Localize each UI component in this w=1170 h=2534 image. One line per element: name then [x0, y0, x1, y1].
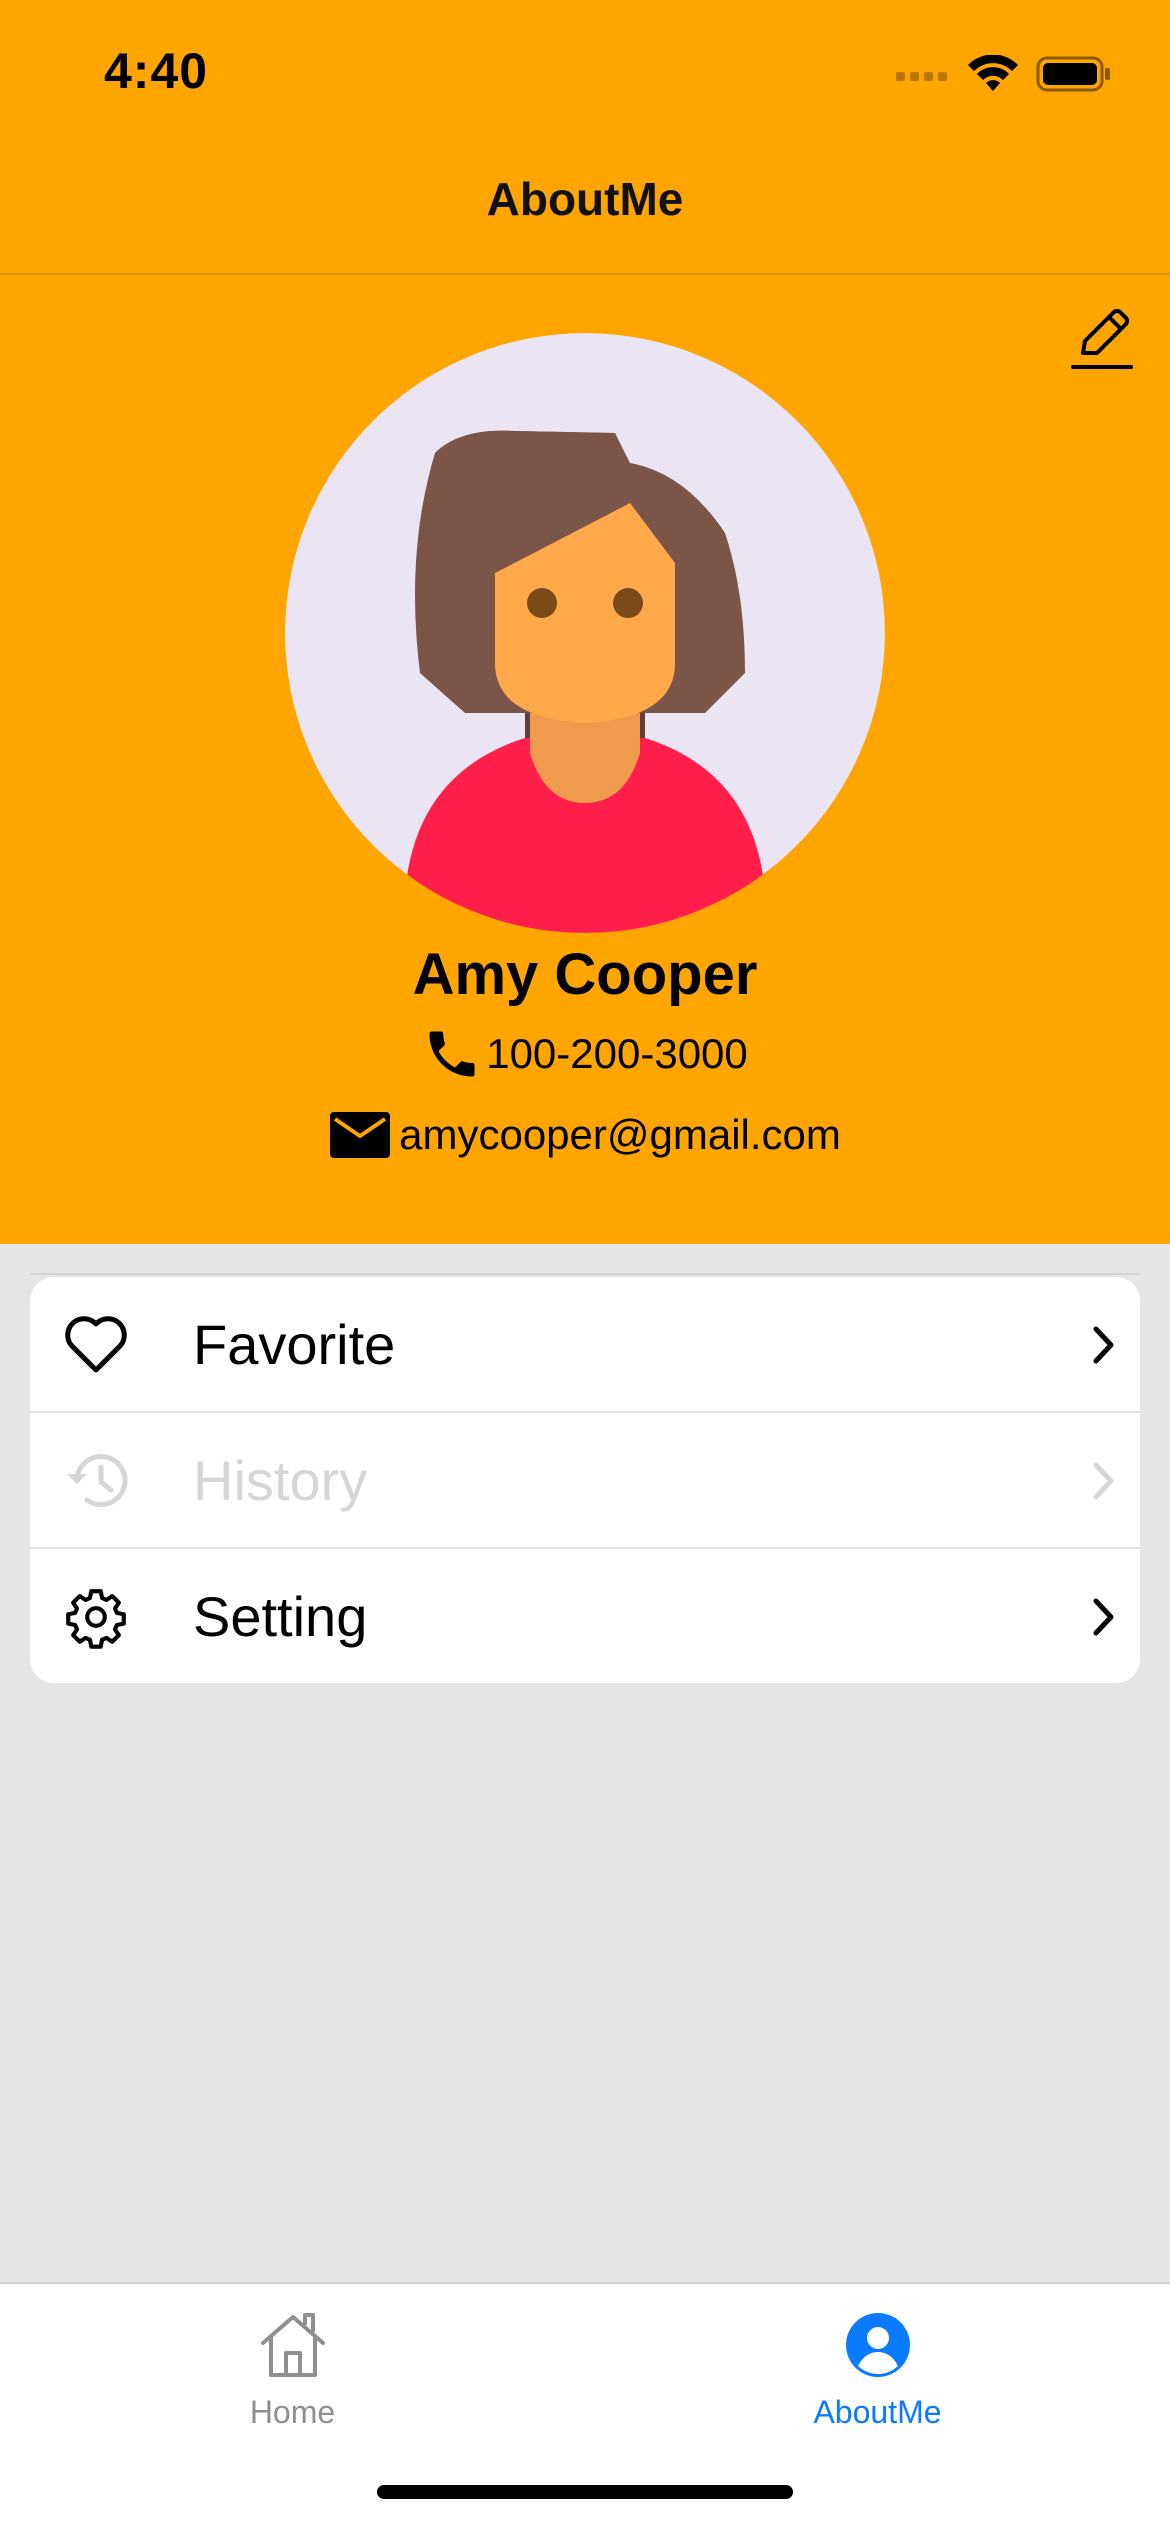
avatar-illustration — [285, 333, 885, 933]
menu-item-label: Favorite — [193, 1313, 396, 1376]
page-title: AboutMe — [486, 173, 684, 225]
battery-icon — [1036, 56, 1110, 92]
chevron-right-icon — [1084, 1459, 1124, 1503]
cellular-signal-icon — [896, 72, 947, 81]
profile-email-row: amycooper@gmail.com — [0, 1110, 1170, 1160]
tab-label: AboutMe — [813, 2394, 942, 2430]
status-time: 4:40 — [104, 43, 209, 99]
mail-icon — [330, 1112, 391, 1158]
avatar — [285, 333, 885, 933]
home-icon — [0, 2308, 585, 2382]
pencil-icon — [1071, 309, 1133, 369]
nav-divider — [0, 273, 1170, 275]
status-icons — [896, 50, 1112, 98]
profile-name: Amy Cooper — [412, 942, 758, 1007]
menu-list: Favorite History Setting — [30, 1277, 1140, 1683]
phone-icon — [429, 1031, 475, 1077]
wifi-icon — [968, 55, 1018, 91]
edit-profile-button[interactable] — [1066, 300, 1138, 376]
tab-label: Home — [249, 2394, 336, 2430]
menu-item-label: History — [193, 1449, 368, 1512]
menu-item-setting[interactable]: Setting — [30, 1549, 1140, 1683]
tab-home[interactable]: Home — [0, 2284, 585, 2454]
home-indicator — [377, 2485, 793, 2499]
history-icon — [62, 1447, 130, 1515]
menu-item-favorite[interactable]: Favorite — [30, 1277, 1140, 1412]
phone-number[interactable]: 100-200-3000 — [486, 1030, 748, 1078]
tab-aboutme[interactable]: AboutMe — [585, 2284, 1170, 2454]
menu-item-label: Setting — [193, 1585, 368, 1648]
gear-icon — [62, 1583, 130, 1651]
chevron-right-icon — [1084, 1595, 1124, 1639]
email-address[interactable]: amycooper@gmail.com — [399, 1111, 841, 1159]
profile-phone-row: 100-200-3000 — [0, 1024, 1170, 1084]
section-divider — [30, 1273, 1140, 1275]
heart-icon — [62, 1311, 130, 1379]
chevron-right-icon — [1084, 1323, 1124, 1367]
person-circle-icon — [585, 2308, 1170, 2382]
menu-item-history: History — [30, 1413, 1140, 1548]
